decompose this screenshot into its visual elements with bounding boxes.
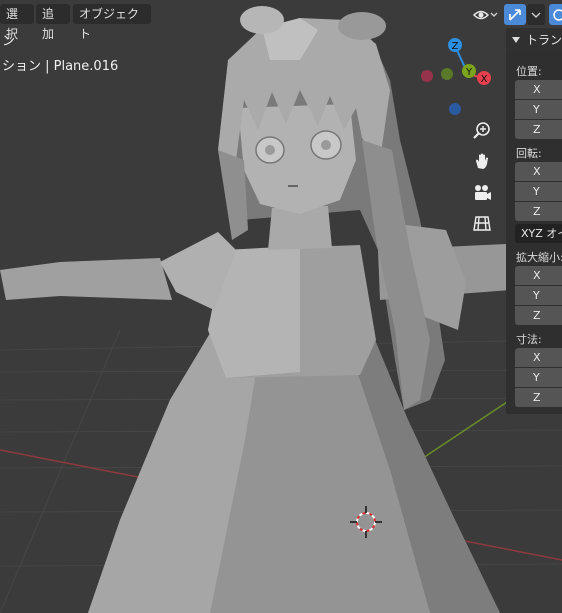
hand-icon	[476, 153, 488, 169]
chevron-down-icon	[531, 12, 541, 18]
rotation-x-field[interactable]: X	[515, 162, 562, 181]
viewport-object-info: ション | Plane.016	[2, 59, 119, 74]
visibility-dropdown[interactable]	[470, 4, 500, 25]
gizmo-neg-z	[449, 103, 461, 115]
zoom-button[interactable]	[469, 118, 495, 144]
rotation-z-field[interactable]: Z	[515, 202, 562, 221]
sidebar-panel: トラン 位置: X Y Z 回転: X Y Z XYZ オイ 拡大縮小: X Y…	[506, 28, 562, 414]
location-z-field[interactable]: Z	[515, 120, 562, 139]
dimensions-x-field[interactable]: X	[515, 348, 562, 367]
chevron-down-icon	[512, 37, 520, 43]
gizmo-dropdown[interactable]	[527, 4, 545, 25]
menu-select[interactable]: 選択	[0, 4, 34, 41]
gizmo-x-label: X	[481, 74, 488, 85]
scale-z-field[interactable]: Z	[515, 306, 562, 325]
location-y-field[interactable]: Y	[515, 100, 562, 119]
dimensions-z-field[interactable]: Z	[515, 388, 562, 407]
menu-object[interactable]: オブジェクト	[73, 4, 151, 41]
gizmo-neg-x	[421, 70, 433, 82]
viewport-mode-text: ン	[2, 34, 16, 49]
location-x-field[interactable]: X	[515, 80, 562, 99]
gizmo-neg-y	[441, 68, 453, 80]
zoom-icon	[473, 122, 490, 139]
menu-add[interactable]: 追加	[36, 4, 70, 41]
gizmo-icon	[509, 8, 521, 21]
scale-y-field[interactable]: Y	[515, 286, 562, 305]
dimensions-y-field[interactable]: Y	[515, 368, 562, 387]
gizmo-y-label: Y	[465, 67, 473, 78]
rotation-mode-select[interactable]: XYZ オイ	[515, 224, 562, 243]
3d-viewport[interactable]: 選択 追加 オブジェクト ン ション | Plane.016 Z Y X トラン…	[0, 0, 562, 613]
gizmo-toggle-button[interactable]	[504, 4, 526, 25]
overlay-toggle-button[interactable]	[549, 4, 562, 25]
transform-panel-header[interactable]: トラン	[506, 28, 562, 52]
rotation-y-field[interactable]: Y	[515, 182, 562, 201]
camera-view-button[interactable]	[469, 180, 495, 206]
scale-label: 拡大縮小:	[516, 251, 562, 264]
rotation-label: 回転:	[516, 147, 542, 160]
eye-icon	[472, 10, 498, 19]
overlay-icon	[552, 8, 562, 21]
navigation-gizmo[interactable]: Z Y X	[415, 32, 505, 122]
gizmo-z-label: Z	[452, 41, 459, 52]
location-label: 位置:	[516, 65, 542, 78]
pan-button[interactable]	[469, 148, 495, 174]
dimensions-label: 寸法:	[516, 333, 542, 346]
projection-toggle-button[interactable]	[469, 210, 495, 236]
grid-icon	[473, 216, 491, 231]
scale-x-field[interactable]: X	[515, 266, 562, 285]
camera-icon	[475, 185, 491, 200]
transform-panel-title: トラン	[526, 33, 562, 47]
